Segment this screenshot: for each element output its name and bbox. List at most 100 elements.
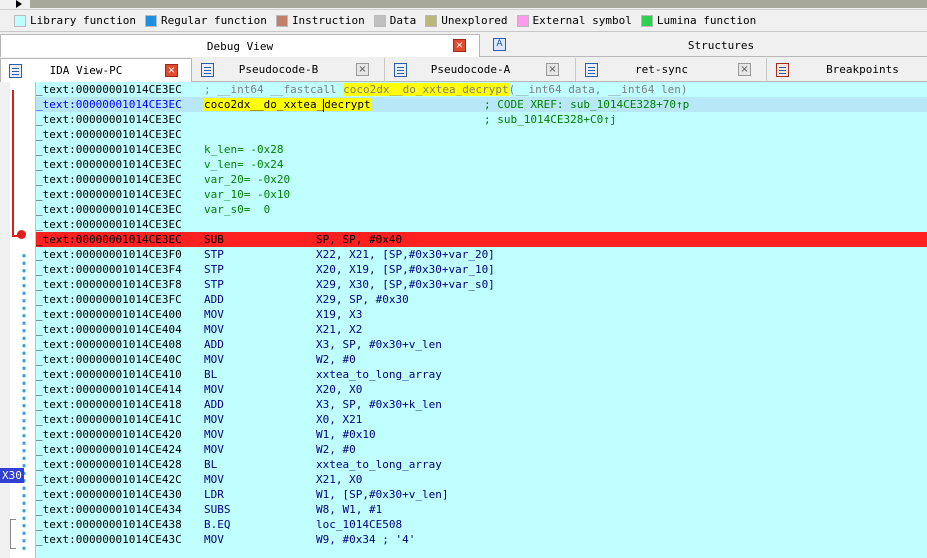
tab-breakpoints[interactable]: Breakpoints bbox=[768, 58, 927, 82]
code-line[interactable]: _text:00000001014CE3EC k_len= -0x28 bbox=[36, 142, 927, 157]
nav-arrow-icon[interactable] bbox=[16, 0, 22, 8]
function-name-highlight[interactable]: coco2dx__do_xxtea_ bbox=[204, 98, 324, 111]
operands[interactable]: X0, X21 bbox=[316, 412, 362, 427]
code-line[interactable]: _text:00000001014CE3EC var_10= -0x10 bbox=[36, 187, 927, 202]
legend-item-data: Data bbox=[373, 14, 416, 27]
code-line[interactable]: _text:00000001014CE430 LDR W1, [SP,#0x30+v… bbox=[36, 487, 927, 502]
code-line[interactable]: _text:00000001014CE3F8 STP X29, X30, [SP,#… bbox=[36, 277, 927, 292]
address: _text:00000001014CE404 bbox=[36, 323, 182, 336]
xref-comment[interactable]: ; sub_1014CE328+C0↑j bbox=[484, 112, 616, 127]
close-icon[interactable]: × bbox=[356, 63, 369, 76]
mnemonic: LDR bbox=[204, 488, 224, 501]
operands[interactable]: X29, X30, [SP,#0x30+var_s0] bbox=[316, 277, 495, 292]
code-line[interactable]: _text:00000001014CE434 SUBS W8, W1, #1 bbox=[36, 502, 927, 517]
legend-item-lumina: Lumina function bbox=[640, 14, 756, 27]
operands[interactable]: X19, X3 bbox=[316, 307, 362, 322]
code-line[interactable]: _text:00000001014CE438 B.EQ loc_1014CE508 bbox=[36, 517, 927, 532]
address: _text:00000001014CE414 bbox=[36, 383, 182, 396]
code-line[interactable]: _text:00000001014CE418 ADD X3, SP, #0x30+k… bbox=[36, 397, 927, 412]
stack-variable[interactable]: var_20= -0x20 bbox=[204, 172, 290, 187]
block-bracket bbox=[10, 519, 16, 549]
call-target[interactable]: xxtea_to_long_array bbox=[316, 457, 442, 472]
code-line[interactable]: _text:00000001014CE41C MOV X0, X21 bbox=[36, 412, 927, 427]
function-label[interactable]: coco2dx__do_xxtea_decrypt bbox=[204, 97, 371, 112]
branch-target[interactable]: loc_1014CE508 bbox=[316, 517, 402, 532]
operands[interactable]: X3, SP, #0x30+k_len bbox=[316, 397, 442, 412]
legend-label: Instruction bbox=[291, 14, 365, 27]
code-line[interactable]: _text:00000001014CE3EC bbox=[36, 127, 927, 142]
operands[interactable]: W2, #0 bbox=[316, 442, 356, 457]
code-line[interactable]: _text:00000001014CE3EC ; sub_1014CE328+C0… bbox=[36, 112, 927, 127]
code-line[interactable]: _text:00000001014CE3EC bbox=[36, 217, 927, 232]
code-line[interactable]: _text:00000001014CE42C MOV X21, X0 bbox=[36, 472, 927, 487]
view-tab-row: IDA View-PC × Pseudocode-B × Pseudocode-… bbox=[0, 58, 927, 82]
close-icon[interactable]: × bbox=[165, 64, 178, 77]
mnemonic: BL bbox=[204, 368, 218, 381]
breakpoint-icon[interactable] bbox=[17, 230, 26, 239]
xref-comment[interactable]: ; CODE XREF: sub_1014CE328+70↑p bbox=[484, 97, 689, 112]
mnemonic: ADD bbox=[204, 338, 224, 351]
code-line[interactable]: _text:00000001014CE3F0 STP X22, X21, [SP,#… bbox=[36, 247, 927, 262]
code-line[interactable]: _text:00000001014CE400 MOV X19, X3 bbox=[36, 307, 927, 322]
operands[interactable]: X22, X21, [SP,#0x30+var_20] bbox=[316, 247, 495, 262]
operands[interactable]: X3, SP, #0x30+v_len bbox=[316, 337, 442, 352]
operands[interactable]: W2, #0 bbox=[316, 352, 356, 367]
legend-swatch bbox=[373, 14, 386, 27]
code-line[interactable]: _text:00000001014CE404 MOV X21, X2 bbox=[36, 322, 927, 337]
current-pc-line[interactable]: _text:00000001014CE3EC SUB SP, SP, #0x40 bbox=[36, 232, 927, 247]
disassembly-listing[interactable]: _text:00000001014CE3EC ; __int64 __fastca… bbox=[36, 82, 927, 558]
tab-label: ret-sync bbox=[635, 63, 688, 76]
code-line[interactable]: _text:00000001014CE420 MOV W1, #0x10 bbox=[36, 427, 927, 442]
code-line[interactable]: _text:00000001014CE428 BL xxtea_to_long_ar… bbox=[36, 457, 927, 472]
code-line[interactable]: _text:00000001014CE3EC v_len= -0x24 bbox=[36, 157, 927, 172]
navigation-band-bar[interactable] bbox=[30, 0, 927, 8]
comment: (__int64 data, __int64 len) bbox=[508, 83, 688, 96]
mnemonic: MOV bbox=[204, 413, 224, 426]
comment: ; __int64 __fastcall bbox=[204, 83, 344, 96]
operands[interactable]: X29, SP, #0x30 bbox=[316, 292, 409, 307]
code-line[interactable]: _text:00000001014CE410 BL xxtea_to_long_ar… bbox=[36, 367, 927, 382]
code-line[interactable]: _text:00000001014CE3FC ADD X29, SP, #0x30 bbox=[36, 292, 927, 307]
code-line[interactable]: _text:00000001014CE43C MOV W9, #0x34 ; '4' bbox=[36, 532, 927, 547]
code-line[interactable]: _text:00000001014CE408 ADD X3, SP, #0x30+v… bbox=[36, 337, 927, 352]
tab-label: Pseudocode-B bbox=[238, 63, 319, 76]
function-name-highlight[interactable]: coco2dx__do_xxtea_decrypt bbox=[343, 83, 509, 96]
tab-structures[interactable]: A Structures bbox=[481, 34, 927, 57]
close-icon[interactable]: × bbox=[738, 63, 751, 76]
operands[interactable]: X20, X19, [SP,#0x30+var_10] bbox=[316, 262, 495, 277]
stack-variable[interactable]: var_10= -0x10 bbox=[204, 187, 290, 202]
tab-ida-view-pc[interactable]: IDA View-PC × bbox=[0, 58, 192, 82]
code-line[interactable]: _text:00000001014CE3EC ; __int64 __fastca… bbox=[36, 82, 927, 97]
code-line[interactable]: _text:00000001014CE3EC var_s0= 0 bbox=[36, 202, 927, 217]
legend-label: Unexplored bbox=[441, 14, 508, 27]
legend-item-library: Library function bbox=[14, 14, 136, 27]
operands[interactable]: SP, SP, #0x40 bbox=[316, 232, 402, 247]
navigation-band[interactable] bbox=[0, 0, 927, 10]
tab-debug-view[interactable]: Debug View × bbox=[0, 34, 480, 57]
close-icon[interactable]: × bbox=[453, 39, 466, 52]
tab-ret-sync[interactable]: ret-sync × bbox=[577, 58, 767, 82]
stack-variable[interactable]: k_len= -0x28 bbox=[204, 142, 283, 157]
close-icon[interactable]: × bbox=[546, 63, 559, 76]
operands[interactable]: X21, X0 bbox=[316, 472, 362, 487]
code-line[interactable]: _text:00000001014CE424 MOV W2, #0 bbox=[36, 442, 927, 457]
call-target[interactable]: xxtea_to_long_array bbox=[316, 367, 442, 382]
tab-pseudocode-a[interactable]: Pseudocode-A × bbox=[386, 58, 576, 82]
operands[interactable]: W1, [SP,#0x30+v_len] bbox=[316, 487, 448, 502]
stack-variable[interactable]: var_s0= 0 bbox=[204, 202, 270, 217]
operands[interactable]: X20, X0 bbox=[316, 382, 362, 397]
code-line[interactable]: _text:00000001014CE3EC coco2dx__do_xxtea_… bbox=[36, 97, 927, 112]
operands[interactable]: W8, W1, #1 bbox=[316, 502, 382, 517]
stack-variable[interactable]: v_len= -0x24 bbox=[204, 157, 283, 172]
code-line[interactable]: _text:00000001014CE3EC var_20= -0x20 bbox=[36, 172, 927, 187]
disassembly-gutter: X30 bbox=[0, 82, 36, 558]
function-name-highlight[interactable]: decrypt bbox=[324, 98, 371, 111]
code-line[interactable]: _text:00000001014CE414 MOV X20, X0 bbox=[36, 382, 927, 397]
operands[interactable]: W1, #0x10 bbox=[316, 427, 376, 442]
code-line[interactable]: _text:00000001014CE3F4 STP X20, X19, [SP,#… bbox=[36, 262, 927, 277]
tab-pseudocode-b[interactable]: Pseudocode-B × bbox=[193, 58, 385, 82]
operands[interactable]: W9, #0x34 ; '4' bbox=[316, 532, 415, 547]
operands[interactable]: X21, X2 bbox=[316, 322, 362, 337]
breakpoints-icon bbox=[776, 63, 789, 77]
code-line[interactable]: _text:00000001014CE40C MOV W2, #0 bbox=[36, 352, 927, 367]
